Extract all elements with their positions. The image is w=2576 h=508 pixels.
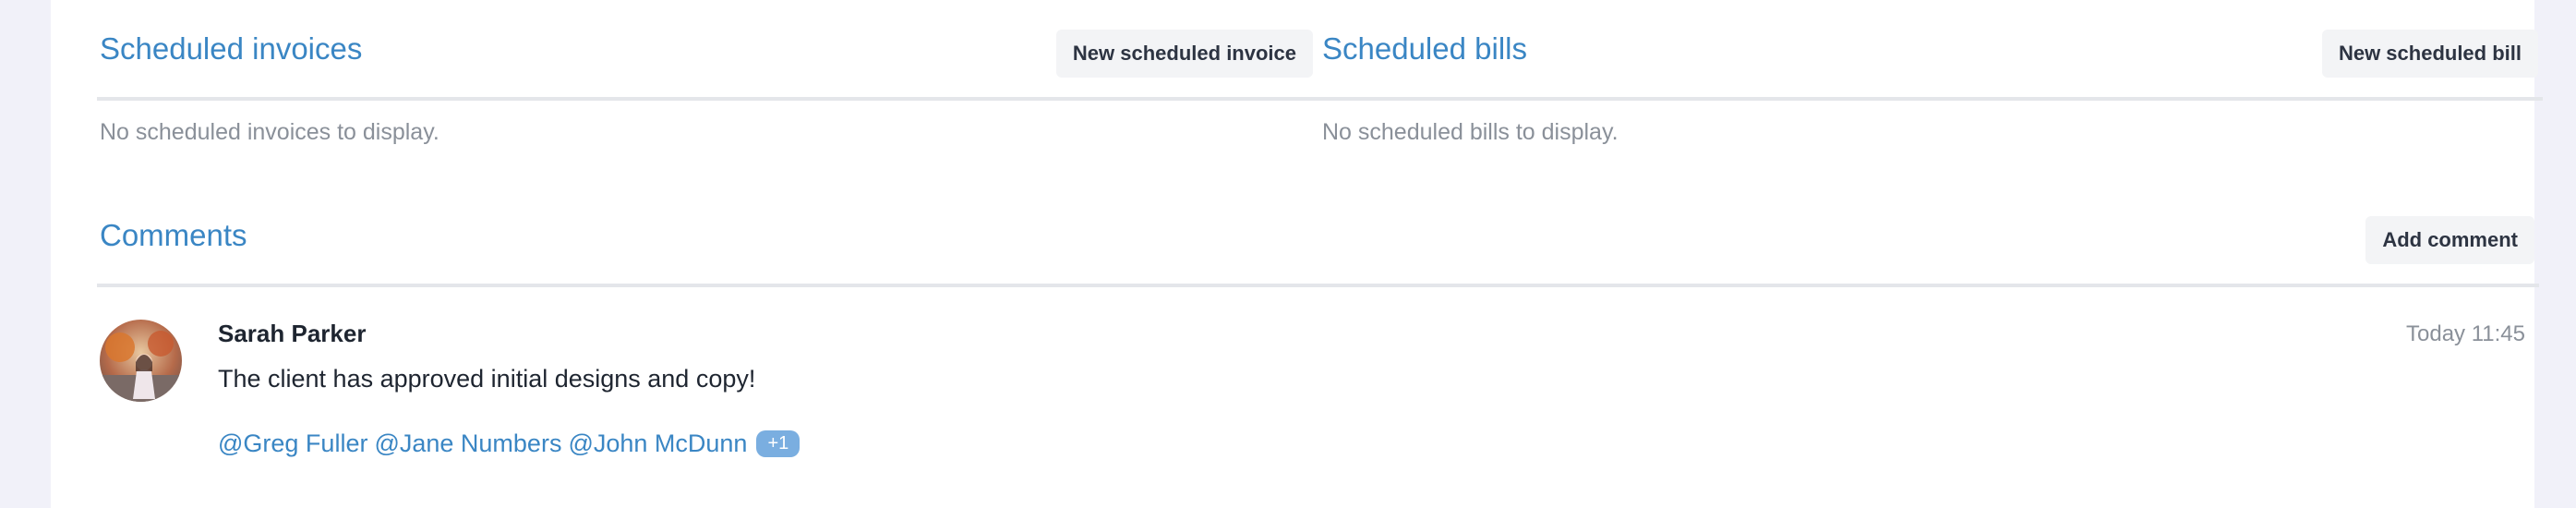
scheduled-invoices-title: Scheduled invoices (100, 31, 363, 66)
comment-mentions: @Greg Fuller @Jane Numbers @John McDunn … (218, 429, 800, 458)
comment-text: The client has approved initial designs … (218, 365, 756, 393)
mention-link[interactable]: @John McDunn (568, 429, 747, 458)
scheduled-bills-title: Scheduled bills (1322, 31, 1527, 66)
comment-item: Sarah Parker Today 11:45 The client has … (97, 284, 2539, 508)
more-mentions-badge[interactable]: +1 (756, 430, 800, 457)
comment-author: Sarah Parker (218, 320, 367, 347)
avatar-image (100, 320, 182, 402)
scheduled-bills-empty-text: No scheduled bills to display. (1322, 119, 1619, 145)
comment-timestamp: Today 11:45 (2406, 321, 2525, 346)
add-comment-button[interactable]: Add comment (2365, 216, 2534, 264)
comments-title: Comments (100, 218, 247, 252)
comments-section: Comments Add comment Sarah Parker Today … (97, 187, 2539, 508)
scheduled-invoices-empty-text: No scheduled invoices to display. (100, 119, 439, 145)
new-scheduled-bill-button[interactable]: New scheduled bill (2321, 30, 2538, 78)
new-scheduled-invoice-button[interactable]: New scheduled invoice (1055, 30, 1313, 78)
avatar[interactable] (100, 320, 182, 402)
main-panel: Scheduled invoices New scheduled invoice… (51, 0, 2543, 508)
mention-link[interactable]: @Greg Fuller (218, 429, 367, 458)
scheduled-invoices-section: Scheduled invoices New scheduled invoice… (97, 0, 1318, 185)
scheduled-bills-section: Scheduled bills New scheduled bill No sc… (1318, 0, 2543, 185)
mention-link[interactable]: @Jane Numbers (374, 429, 561, 458)
comments-header (97, 187, 2539, 287)
